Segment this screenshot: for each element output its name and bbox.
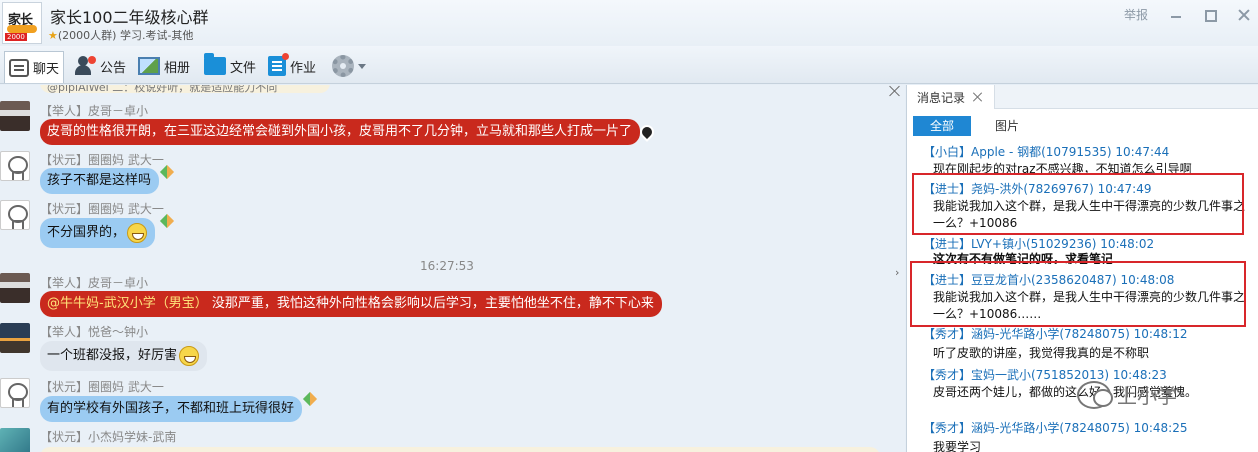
- grin-emoji-icon: [179, 345, 200, 366]
- chevron-right-icon[interactable]: ›: [895, 263, 905, 283]
- toolbar: 聊天 公告 相册 文件 作业: [0, 46, 1258, 84]
- record-header[interactable]: 【秀才】涵妈-光华路小学(78248075) 10:48:12: [923, 325, 1187, 342]
- message-text: 不分国界的，: [47, 225, 126, 240]
- message-bubble: 孩子不都是这样吗: [40, 168, 160, 194]
- group-logo[interactable]: 家长 2000: [2, 2, 42, 44]
- message-text: 孩子不都是这样吗: [47, 173, 152, 188]
- wechat-icon: [1077, 380, 1113, 409]
- star-icon: ★: [48, 29, 58, 42]
- close-icon[interactable]: [1238, 9, 1250, 21]
- tab-album[interactable]: 相册: [134, 52, 194, 80]
- minimize-icon[interactable]: [1170, 9, 1182, 21]
- grin-emoji-icon: [127, 222, 148, 243]
- message-bubble: @牛牛妈-武汉小学（男宝） 没那严重，我怕这种外向性格会影响以后学习，主要怕他坐…: [40, 291, 662, 317]
- group-subtitle: ★(2000人群) 学习.考试-其他: [48, 27, 193, 43]
- tab-notice[interactable]: 公告: [70, 52, 130, 80]
- avatar[interactable]: [0, 200, 30, 230]
- message-bubble: 不分国界的，: [40, 218, 156, 248]
- tab-homework[interactable]: 作业: [264, 52, 320, 80]
- tab-notice-label: 公告: [100, 60, 127, 76]
- record-text: 听了皮歌的讲座，我觉得我真的是不称职: [933, 346, 1150, 360]
- watermark: 上小学: [1077, 380, 1177, 409]
- tab-chat-label: 聊天: [33, 62, 60, 77]
- kite-icon: [302, 391, 318, 407]
- message-timestamp: 16:27:53: [420, 259, 474, 273]
- maximize-icon[interactable]: [1204, 9, 1217, 22]
- highlight-box: [912, 173, 1244, 235]
- message-bubble: [40, 447, 880, 452]
- sender-name[interactable]: 【状元】圈圈妈 武大一: [40, 378, 164, 395]
- tab-chat[interactable]: 聊天: [4, 51, 65, 83]
- chevron-down-icon: [358, 63, 366, 69]
- homework-icon: [268, 53, 289, 76]
- pin-icon: [637, 122, 657, 142]
- window-controls: 举报: [1124, 6, 1250, 23]
- sender-name[interactable]: 【状元】圈圈妈 武大一: [40, 200, 164, 217]
- group-subtitle-text: (2000人群) 学习.考试-其他: [57, 29, 194, 42]
- sender-name[interactable]: 【举人】皮哥－卓小: [40, 102, 148, 119]
- message-bubble: 一个班都没报，好厉害: [40, 341, 208, 371]
- watermark-text: 上小学: [1117, 384, 1177, 408]
- sender-name[interactable]: 【举人】悦爸～钟小: [40, 323, 148, 340]
- notice-icon: [74, 56, 96, 76]
- logo-stripe: [7, 25, 37, 33]
- filter-images-button[interactable]: 图片: [995, 116, 1019, 136]
- tab-message-record-label: 消息记录: [917, 90, 966, 105]
- record-header[interactable]: 【小白】Apple - 钢都(10791535) 10:47:44: [923, 143, 1169, 160]
- message-text: 没那严重，我怕这种外向性格会影响以后学习，主要怕他坐不住，静不下心来: [211, 296, 654, 311]
- sender-name[interactable]: 【举人】皮哥－卓小: [40, 274, 148, 291]
- tab-file-label: 文件: [230, 60, 257, 76]
- gear-icon: [332, 55, 354, 77]
- avatar[interactable]: [0, 101, 30, 131]
- group-title: 家长100二年级核心群: [50, 8, 209, 27]
- folder-icon: [204, 53, 226, 75]
- record-text: 我要学习: [933, 440, 982, 452]
- settings-menu[interactable]: [328, 52, 370, 80]
- mention-link[interactable]: @牛牛妈-武汉小学（男宝）: [47, 296, 208, 311]
- record-header[interactable]: 【进士】LVY+镇小(51029236) 10:48:02: [923, 235, 1154, 252]
- message-text: 一个班都没报，好厉害: [47, 348, 178, 363]
- tab-file[interactable]: 文件: [200, 52, 260, 80]
- logo-badge: 2000: [5, 33, 27, 41]
- avatar[interactable]: [0, 428, 30, 452]
- report-button[interactable]: 举报: [1124, 6, 1148, 23]
- avatar[interactable]: [0, 273, 30, 303]
- close-icon[interactable]: [973, 92, 983, 102]
- tab-homework-label: 作业: [290, 60, 317, 76]
- filter-all-button[interactable]: 全部: [913, 116, 971, 136]
- message-text: 有的学校有外国孩子，不都和班上玩得很好: [47, 401, 295, 416]
- sender-name[interactable]: 【状元】小杰妈学妹-武南: [40, 428, 176, 445]
- album-icon: [138, 57, 160, 75]
- close-icon[interactable]: [889, 85, 901, 97]
- tab-album-label: 相册: [164, 60, 191, 76]
- avatar[interactable]: [0, 378, 30, 408]
- avatar[interactable]: [0, 151, 30, 181]
- partial-message: @pipiAiWei 二：校说好听，就是适应能力不同: [40, 85, 330, 93]
- message-text: 皮哥的性格很开朗，在三亚这边经常会碰到外国小孩，皮哥用不了几分钟，立马就和那些人…: [47, 124, 633, 139]
- message-bubble: 皮哥的性格很开朗，在三亚这边经常会碰到外国小孩，皮哥用不了几分钟，立马就和那些人…: [40, 119, 641, 145]
- chat-area[interactable]: @pipiAiWei 二：校说好听，就是适应能力不同 【举人】皮哥－卓小 皮哥的…: [0, 85, 905, 452]
- tab-message-record[interactable]: 消息记录: [907, 85, 995, 109]
- avatar[interactable]: [0, 323, 30, 353]
- record-header[interactable]: 【秀才】涵妈-光华路小学(78248075) 10:48:25: [923, 419, 1187, 436]
- sender-name[interactable]: 【状元】圈圈妈 武大一: [40, 151, 164, 168]
- title-bar: 家长 2000 家长100二年级核心群 ★(2000人群) 学习.考试-其他 举…: [0, 0, 1258, 46]
- message-bubble: 有的学校有外国孩子，不都和班上玩得很好: [40, 396, 303, 422]
- highlight-box: [910, 261, 1246, 327]
- chat-icon: [9, 58, 29, 77]
